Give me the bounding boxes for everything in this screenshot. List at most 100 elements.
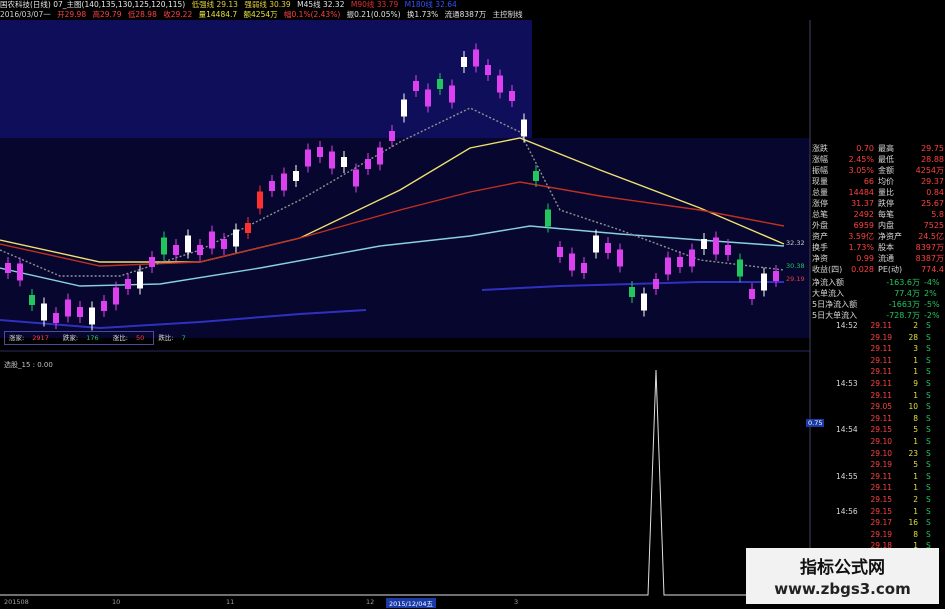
flow-label: 净流入额 xyxy=(812,278,844,287)
date-label-1: 201508 xyxy=(4,598,29,606)
flow-value: -1663万 xyxy=(888,300,920,309)
candle-body xyxy=(713,237,719,255)
quote-label-2: PE(动) xyxy=(878,265,903,274)
tick-side: S xyxy=(926,321,931,330)
candle-body xyxy=(593,235,599,253)
bar-amplitude: 振0.21(0.05%) xyxy=(346,9,401,19)
tick-volume: 1 xyxy=(913,437,918,446)
candle-body xyxy=(413,81,419,91)
legend-up-count: 涨家: 2917 xyxy=(9,334,49,342)
flow-pct: -4% xyxy=(924,278,940,287)
quote-value: 2492 xyxy=(853,210,874,219)
quote-label-2: 流通 xyxy=(878,254,894,263)
bar-amount: 额4254万 xyxy=(243,9,278,19)
legend-up-ratio: 涨比: 50 xyxy=(112,334,145,342)
top-info-bar: 国农科技(日线) 07_主图(140,135,130,125,120,115) … xyxy=(0,0,810,20)
highlight-region xyxy=(0,20,532,138)
tick-price: 29.15 xyxy=(870,425,892,435)
candle-body xyxy=(485,65,491,75)
quote-value: 0.028 xyxy=(851,265,874,274)
quote-row: 涨幅 2.45% 最低 28.88 xyxy=(812,154,945,165)
candle-body xyxy=(389,131,395,141)
tick-price: 29.11 xyxy=(870,483,892,493)
tick-side: S xyxy=(926,529,931,539)
bar-volume: 量14484.7 xyxy=(198,9,238,19)
candle-body xyxy=(377,147,383,165)
candle-body xyxy=(521,119,527,137)
candle-body xyxy=(245,223,251,233)
candle-body xyxy=(89,307,95,325)
quote-value: 66 xyxy=(863,177,874,186)
flow-value: -163.6万 xyxy=(886,278,920,287)
quote-label: 振幅 xyxy=(812,166,828,175)
tick-side: S xyxy=(926,402,931,412)
tick-side: S xyxy=(926,413,931,423)
quote-label-2: 跌停 xyxy=(878,199,894,208)
date-label-3: 11 xyxy=(226,598,235,606)
candle-body xyxy=(497,75,503,93)
quote-row: 资产 3.59亿 净资产 24.5亿 xyxy=(812,231,945,242)
kline-chart[interactable] xyxy=(0,0,812,609)
quote-row: 总笔 2492 每笔 5.8 xyxy=(812,209,945,220)
flow-label: 5日净流入额 xyxy=(812,300,858,309)
quote-label: 收益(四) xyxy=(812,265,843,274)
tick-volume: 2 xyxy=(913,495,918,504)
tick-volume: 5 xyxy=(913,425,918,435)
chart-bg xyxy=(0,138,810,338)
indicator-label: 选股_15 : 0.00 xyxy=(4,361,53,369)
quote-value-2: 8387万 xyxy=(915,254,944,263)
quote-value: 6959 xyxy=(853,221,874,230)
candle-body xyxy=(677,257,683,267)
tick-side: S xyxy=(926,471,931,481)
quote-label: 净资 xyxy=(812,254,828,263)
quote-label-2: 净资产 xyxy=(878,232,902,241)
bar-control-line: 主控制线 xyxy=(492,9,523,19)
candle-body xyxy=(581,263,587,273)
quote-label-2: 最高 xyxy=(878,144,894,153)
tick-time: 14:56 xyxy=(836,506,858,516)
candle-body xyxy=(605,243,611,253)
candle-body xyxy=(509,91,515,101)
flow-row: 大单流入 77.4万 2% xyxy=(812,288,945,299)
tick-price: 29.17 xyxy=(870,518,892,528)
quote-value-2: 28.88 xyxy=(921,155,944,164)
quote-value: 1.73% xyxy=(848,243,874,252)
candle-body xyxy=(641,293,647,311)
quote-value: 14484 xyxy=(848,188,874,197)
date-label-4: 12 xyxy=(366,598,375,606)
tick-time: 14:54 xyxy=(836,425,858,435)
bar-turnover: 换1.73% xyxy=(406,9,439,19)
tick-side: S xyxy=(926,506,931,516)
tick-volume: 1 xyxy=(913,506,918,516)
quote-value-2: 29.75 xyxy=(921,144,944,153)
flow-row: 净流入额 -163.6万 -4% xyxy=(812,277,945,288)
candle-body xyxy=(773,271,779,281)
tick-price: 29.11 xyxy=(870,344,892,354)
quote-label: 资产 xyxy=(812,232,828,241)
candle-body xyxy=(437,79,443,89)
candle-body xyxy=(617,249,623,267)
tick-price: 29.05 xyxy=(870,402,892,412)
tick-volume: 16 xyxy=(908,518,918,528)
quote-label-2: 量比 xyxy=(878,188,894,197)
bar-float: 流通8387万 xyxy=(444,9,487,19)
candle-body xyxy=(5,263,11,273)
legend-down-ratio: 跌比: 7 xyxy=(158,334,186,342)
tick-time: 14:52 xyxy=(836,321,858,330)
quote-label: 总笔 xyxy=(812,210,828,219)
candle-body xyxy=(725,245,731,255)
candle-body xyxy=(365,159,371,169)
quote-row: 涨停 31.37 跌停 25.67 xyxy=(812,198,945,209)
tick-side: S xyxy=(926,425,931,435)
tick-volume: 2 xyxy=(913,321,918,330)
candle-body xyxy=(209,231,215,249)
bar-high: 高29.79 xyxy=(92,9,122,19)
tick-volume: 8 xyxy=(913,529,918,539)
bar-low: 低28.98 xyxy=(127,9,157,19)
tick-price: 29.15 xyxy=(870,495,892,504)
y-label-ma: 32.32 xyxy=(786,239,805,247)
quote-label-2: 最低 xyxy=(878,155,894,164)
candle-body xyxy=(221,239,227,249)
candle-body xyxy=(149,257,155,267)
candle-body xyxy=(425,89,431,107)
